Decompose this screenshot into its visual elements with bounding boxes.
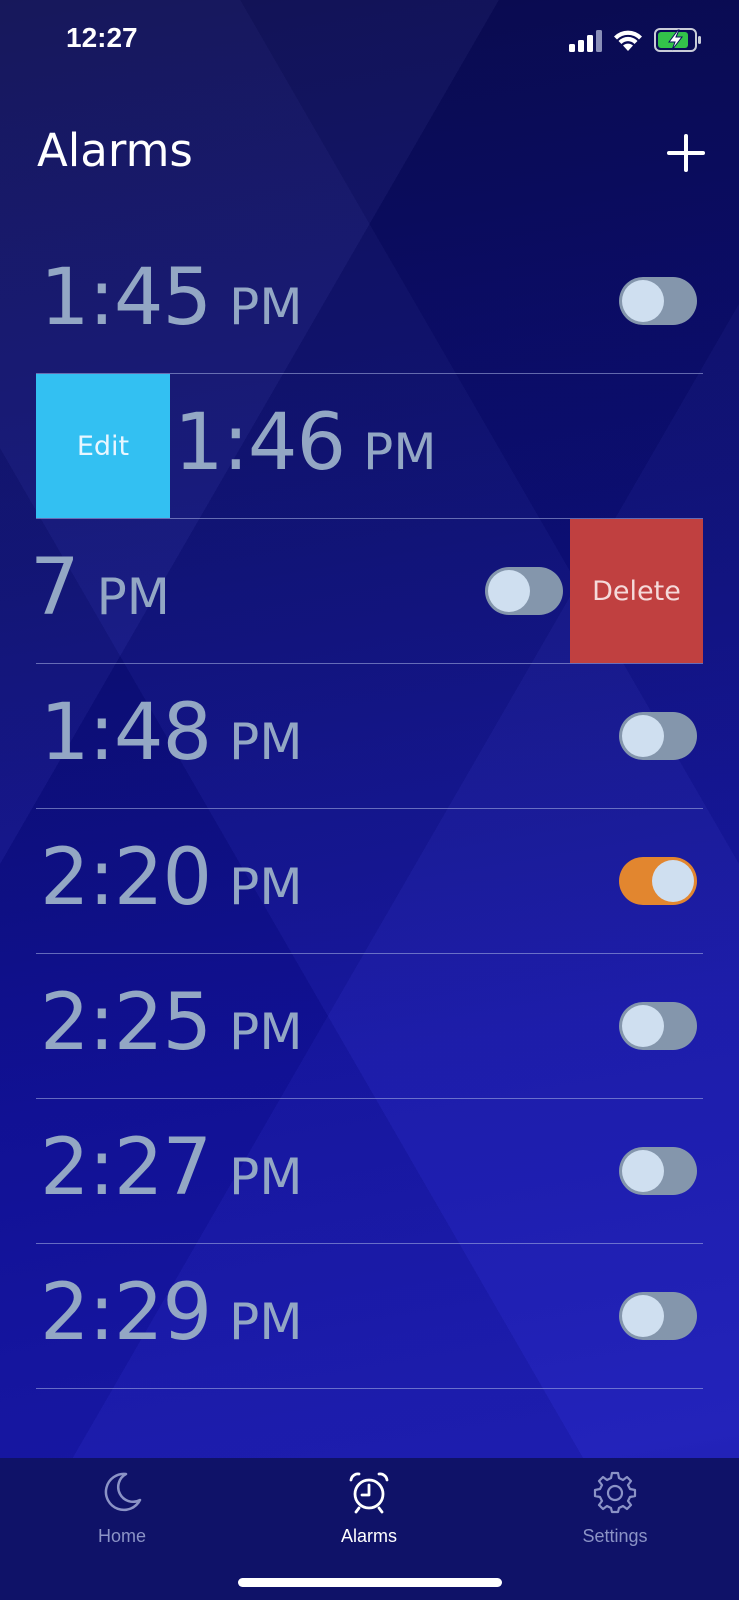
moon-icon <box>104 1472 142 1512</box>
alarm-time-ampm: PM <box>363 423 437 481</box>
alarm-time: 2:27 PM <box>40 1123 302 1213</box>
alarm-toggle[interactable] <box>619 1147 697 1195</box>
tab-home[interactable]: Home <box>52 1470 192 1570</box>
signal-icon <box>569 30 602 52</box>
alarm-time: 1:45 PM <box>40 253 302 343</box>
alarm-row[interactable]: Edit 1:46 PM <box>36 374 703 519</box>
toggle-knob <box>652 860 694 902</box>
alarm-time-ampm: PM <box>229 278 303 336</box>
alarm-time: 2:29 PM <box>40 1268 302 1358</box>
gear-icon <box>593 1471 637 1514</box>
alarm-toggle[interactable] <box>619 857 697 905</box>
tab-label: Alarms <box>340 1526 397 1546</box>
alarm-toggle[interactable] <box>619 712 697 760</box>
toggle-knob <box>622 1150 664 1192</box>
toggle-knob <box>622 1005 664 1047</box>
alarm-time-digits: 1:48 <box>40 688 212 778</box>
home-indicator <box>238 1578 502 1587</box>
alarm-toggle[interactable] <box>485 567 563 615</box>
alarm-toggle[interactable] <box>619 1292 697 1340</box>
toggle-knob <box>622 1295 664 1337</box>
alarm-time-ampm: PM <box>229 858 303 916</box>
alarm-time-ampm: PM <box>96 568 170 626</box>
alarm-toggle[interactable] <box>619 1002 697 1050</box>
alarm-row[interactable]: 2:25 PM <box>36 954 703 1099</box>
alarm-time-digits: 2:20 <box>40 833 212 923</box>
alarm-row[interactable]: 1:45 PM <box>36 229 703 374</box>
toggle-knob <box>622 715 664 757</box>
tab-settings[interactable]: Settings <box>545 1470 685 1570</box>
tab-label: Settings <box>582 1526 648 1546</box>
alarm-list: 1:45 PM Edit 1:46 PM 7 PM Delete 1:48 PM 2:2… <box>36 229 703 1389</box>
alarm-time: 1:46 PM <box>174 398 436 488</box>
alarm-time-ampm: PM <box>229 1003 303 1061</box>
alarm-time-digits: 1:46 <box>174 398 346 488</box>
alarm-time-digits: 1:45 <box>40 253 212 343</box>
alarm-row[interactable]: 2:20 PM <box>36 809 703 954</box>
alarm-row[interactable]: 7 PM Delete <box>36 519 703 664</box>
toggle-knob <box>622 280 664 322</box>
battery-charging-icon <box>654 28 701 52</box>
status-time: 12:27 <box>66 22 138 53</box>
add-alarm-button[interactable] <box>663 130 709 176</box>
alarm-toggle[interactable] <box>619 277 697 325</box>
alarm-row[interactable]: 2:29 PM <box>36 1244 703 1389</box>
alarm-time: 1:48 PM <box>40 688 302 778</box>
alarm-time-ampm: PM <box>229 1148 303 1206</box>
toggle-knob <box>488 570 530 612</box>
alarm-time-digits: 7 <box>36 543 80 633</box>
alarm-time-digits: 2:27 <box>40 1123 212 1213</box>
edit-alarm-button[interactable]: Edit <box>36 374 170 518</box>
tab-alarms[interactable]: Alarms <box>299 1470 439 1570</box>
alarm-time: 2:20 PM <box>40 833 302 923</box>
alarm-time-digits: 2:25 <box>40 978 212 1068</box>
alarm-time: 7 PM <box>36 543 170 633</box>
alarm-row[interactable]: 2:27 PM <box>36 1099 703 1244</box>
alarm-clock-icon <box>349 1472 389 1514</box>
alarm-time-ampm: PM <box>229 713 303 771</box>
delete-alarm-button[interactable]: Delete <box>570 519 703 663</box>
status-bar: 12:27 <box>0 0 739 84</box>
alarm-time-digits: 2:29 <box>40 1268 212 1358</box>
alarm-time-ampm: PM <box>229 1293 303 1351</box>
wifi-icon <box>614 30 642 51</box>
alarm-row[interactable]: 1:48 PM <box>36 664 703 809</box>
alarm-time: 2:25 PM <box>40 978 302 1068</box>
page-title: Alarms <box>37 124 193 177</box>
tab-label: Home <box>97 1526 146 1546</box>
